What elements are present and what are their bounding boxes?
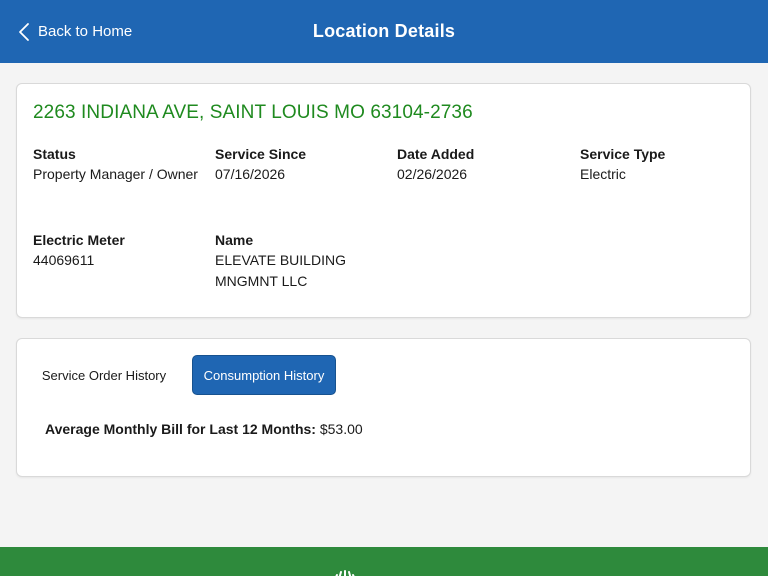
location-details-card: 2263 INDIANA AVE, SAINT LOUIS MO 63104-2…: [16, 83, 751, 318]
location-details-page: Back to Home Location Details 2263 INDIA…: [0, 0, 768, 576]
chevron-left-icon: [19, 22, 29, 41]
date-added-field: Date Added 02/26/2026: [397, 144, 567, 185]
tab-service-order-history[interactable]: Service Order History: [33, 355, 175, 395]
service-type-value: Electric: [580, 166, 626, 182]
electric-meter-field: Electric Meter 44069611: [33, 230, 203, 271]
location-address: 2263 INDIANA AVE, SAINT LOUIS MO 63104-2…: [33, 102, 473, 123]
service-since-label: Service Since: [215, 146, 307, 162]
average-monthly-bill-value: $53.00: [319, 421, 363, 437]
date-added-value: 02/26/2026: [397, 166, 468, 182]
service-since-field: Service Since 07/16/2026: [215, 144, 385, 185]
date-added-label: Date Added: [397, 146, 475, 162]
service-since-value: 07/16/2026: [215, 166, 286, 182]
back-to-home-link[interactable]: Back to Home: [18, 0, 132, 63]
name-value: ELEVATE BUILDING MNGMNT LLC: [215, 252, 346, 289]
status-value: Property Manager / Owner: [33, 166, 198, 182]
electric-meter-label: Electric Meter: [33, 232, 125, 248]
name-field: Name ELEVATE BUILDING MNGMNT LLC: [215, 230, 365, 292]
top-app-bar: Back to Home Location Details: [0, 0, 768, 63]
status-field: Status Property Manager / Owner: [33, 144, 203, 185]
history-card: Service Order History Consumption Histor…: [16, 338, 751, 477]
tab-consumption-history[interactable]: Consumption History: [192, 355, 336, 395]
service-type-label: Service Type: [580, 146, 666, 162]
average-monthly-bill: Average Monthly Bill for Last 12 Months:…: [45, 421, 363, 437]
average-monthly-bill-label: Average Monthly Bill for Last 12 Months:: [45, 421, 316, 437]
status-label: Status: [33, 146, 76, 162]
back-to-home-label: Back to Home: [38, 23, 133, 40]
page-title: Location Details: [312, 21, 456, 41]
brand-logo-icon: [335, 570, 355, 576]
footer-bar: [0, 547, 768, 576]
name-label: Name: [215, 232, 254, 248]
service-type-field: Service Type Electric: [580, 144, 750, 185]
electric-meter-value: 44069611: [33, 252, 95, 268]
